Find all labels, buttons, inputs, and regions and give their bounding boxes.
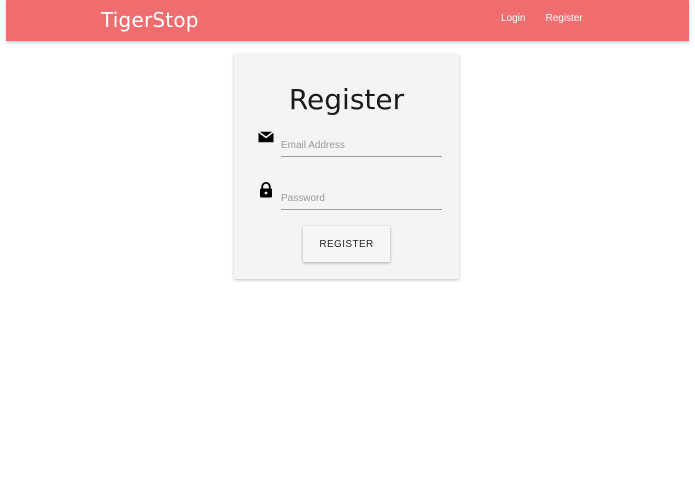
brand-logo-link[interactable]: TigerStop — [101, 8, 199, 32]
nav-link-login[interactable]: Login — [501, 13, 525, 24]
nav-links: Login Register — [501, 13, 583, 24]
register-button[interactable]: REGISTER — [303, 226, 390, 262]
password-field-group — [257, 181, 442, 211]
lock-icon — [260, 181, 272, 198]
nav-link-register[interactable]: Register — [545, 13, 582, 24]
register-card: Register REGISTER — [234, 54, 459, 279]
email-field-group — [257, 128, 442, 158]
email-input[interactable] — [281, 134, 442, 157]
top-navbar: TigerStop Login Register — [6, 0, 689, 41]
password-input[interactable] — [281, 187, 442, 210]
mail-icon — [258, 131, 274, 143]
register-title: Register — [288, 83, 405, 116]
